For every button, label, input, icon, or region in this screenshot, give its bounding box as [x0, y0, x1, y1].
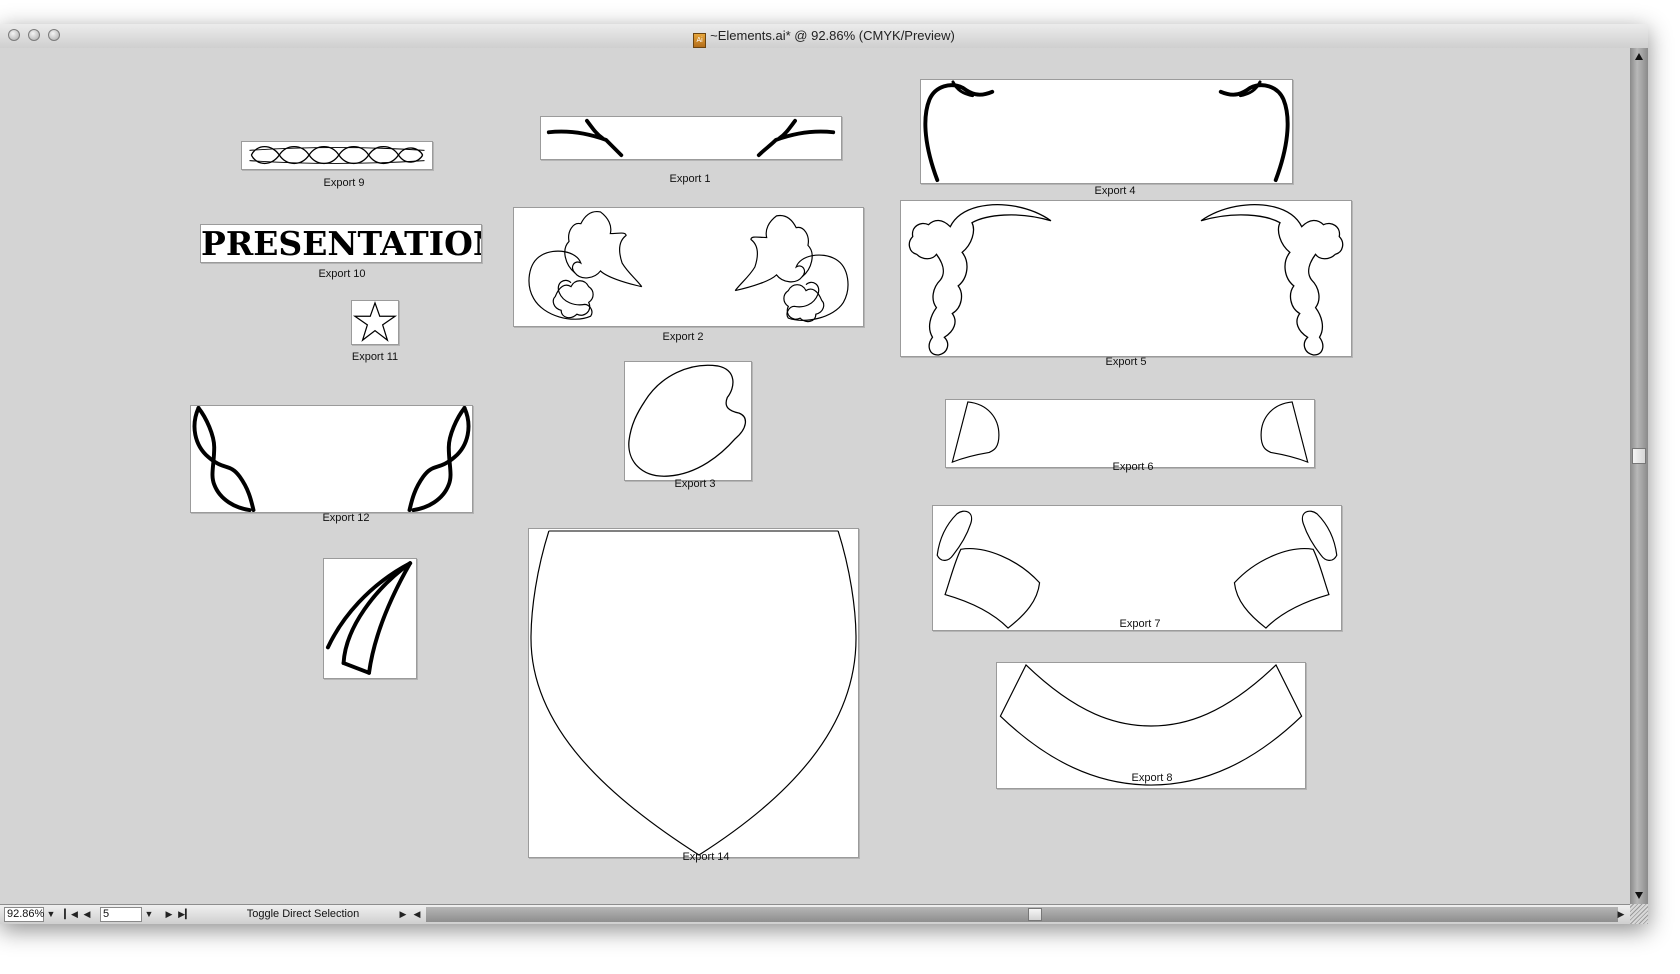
page-curl-corners-art — [951, 401, 1309, 464]
celtic-knot-border-art — [249, 146, 425, 165]
previous-artboard-icon[interactable]: ◀ — [80, 907, 94, 922]
artboard-label: Export 11 — [351, 351, 399, 363]
zoom-level-field[interactable]: 92.86% — [4, 907, 44, 922]
artboard-export-12[interactable] — [190, 405, 473, 513]
artboard-export-7[interactable] — [932, 505, 1342, 631]
curved-banner-art — [999, 663, 1303, 786]
last-artboard-icon[interactable]: ▶▎ — [178, 907, 192, 922]
artboard-export-2[interactable] — [513, 207, 864, 327]
scroll-left-icon[interactable]: ◀ — [410, 907, 424, 922]
scroll-up-icon[interactable] — [1635, 53, 1643, 60]
artboard-label: Export 5 — [1105, 356, 1147, 368]
artboard-export-3[interactable] — [624, 361, 752, 481]
title-bar[interactable]: Ai ~Elements.ai* @ 92.86% (CMYK/Preview) — [0, 24, 1648, 49]
artboard-canvas[interactable]: Export 9 Export 1 Export 4 PRESENTATION … — [0, 48, 1630, 904]
zoom-dropdown-chevron-down-icon[interactable]: ▼ — [44, 907, 58, 922]
scroll-down-icon[interactable] — [1635, 892, 1643, 899]
status-tool-hint[interactable]: Toggle Direct Selection — [205, 908, 401, 920]
document-window: Ai ~Elements.ai* @ 92.86% (CMYK/Preview) … — [0, 24, 1648, 924]
artboard-label: Export 2 — [662, 331, 704, 343]
artboard-label: Export 6 — [1112, 461, 1154, 473]
artboard-export-11[interactable] — [351, 300, 399, 345]
scroll-right-icon[interactable]: ▶ — [1614, 907, 1628, 922]
window-title-wrap: Ai ~Elements.ai* @ 92.86% (CMYK/Preview) — [0, 28, 1648, 48]
artboard-export-14[interactable] — [528, 528, 859, 858]
star-art — [352, 301, 398, 342]
window-resize-grip[interactable] — [1630, 904, 1648, 924]
shield-blob-art — [628, 364, 746, 477]
artboard-export-9[interactable] — [241, 141, 433, 170]
artboard-export-6[interactable] — [945, 399, 1315, 468]
artboard-label: Export 12 — [322, 512, 370, 524]
vertical-scrollbar[interactable] — [1630, 48, 1648, 904]
artboard-label: Export 7 — [1119, 618, 1161, 630]
illustrator-doc-icon: Ai — [693, 33, 707, 48]
heater-shield-art — [530, 530, 857, 856]
scroll-banner-ends-art — [936, 510, 1338, 629]
status-bar: 92.86% ▼ ▎◀ ◀ 5 ▼ ▶ ▶▎ Toggle Direct Sel… — [0, 904, 1630, 924]
floral-scroll-art — [528, 210, 849, 323]
first-artboard-icon[interactable]: ▎◀ — [64, 907, 78, 922]
artboard-dropdown-chevron-down-icon[interactable]: ▼ — [142, 907, 156, 922]
artboard-export-8[interactable] — [996, 662, 1306, 789]
artboard-label: Export 3 — [674, 478, 716, 490]
artboard-label: Export 1 — [669, 173, 711, 185]
next-artboard-icon[interactable]: ▶ — [162, 907, 176, 922]
artboard-number-field[interactable]: 5 — [100, 907, 142, 922]
horizontal-scrollbar[interactable] — [426, 907, 1618, 922]
artboard-label: Export 10 — [318, 268, 366, 280]
artboard-export-4[interactable] — [920, 79, 1293, 184]
vertical-scroll-thumb[interactable] — [1632, 448, 1646, 464]
artboard-label: Export 4 — [1094, 185, 1136, 197]
artboard-export-5[interactable] — [900, 200, 1352, 357]
claw-stripes-art — [325, 561, 413, 675]
presentation-text-art: PRESENTATION — [201, 224, 482, 263]
artboard-export-10[interactable]: PRESENTATION — [200, 224, 482, 263]
artboard-export-13[interactable] — [323, 558, 417, 679]
artboard-label: Export 8 — [1131, 772, 1173, 784]
artboard-label: Export 9 — [323, 177, 365, 189]
acanthus-corner-scrolls-art — [908, 204, 1344, 356]
horizontal-scroll-thumb[interactable] — [1028, 908, 1042, 921]
artboard-export-1[interactable] — [540, 116, 842, 160]
curved-corner-brackets-art — [923, 80, 1290, 183]
artboard-label: Export 14 — [682, 851, 730, 863]
status-menu-play-icon[interactable]: ▶ — [396, 907, 410, 922]
twisted-ribbon-corners-art — [192, 406, 471, 512]
window-title: ~Elements.ai* @ 92.86% (CMYK/Preview) — [710, 28, 955, 43]
branch-corners-art — [546, 118, 836, 158]
